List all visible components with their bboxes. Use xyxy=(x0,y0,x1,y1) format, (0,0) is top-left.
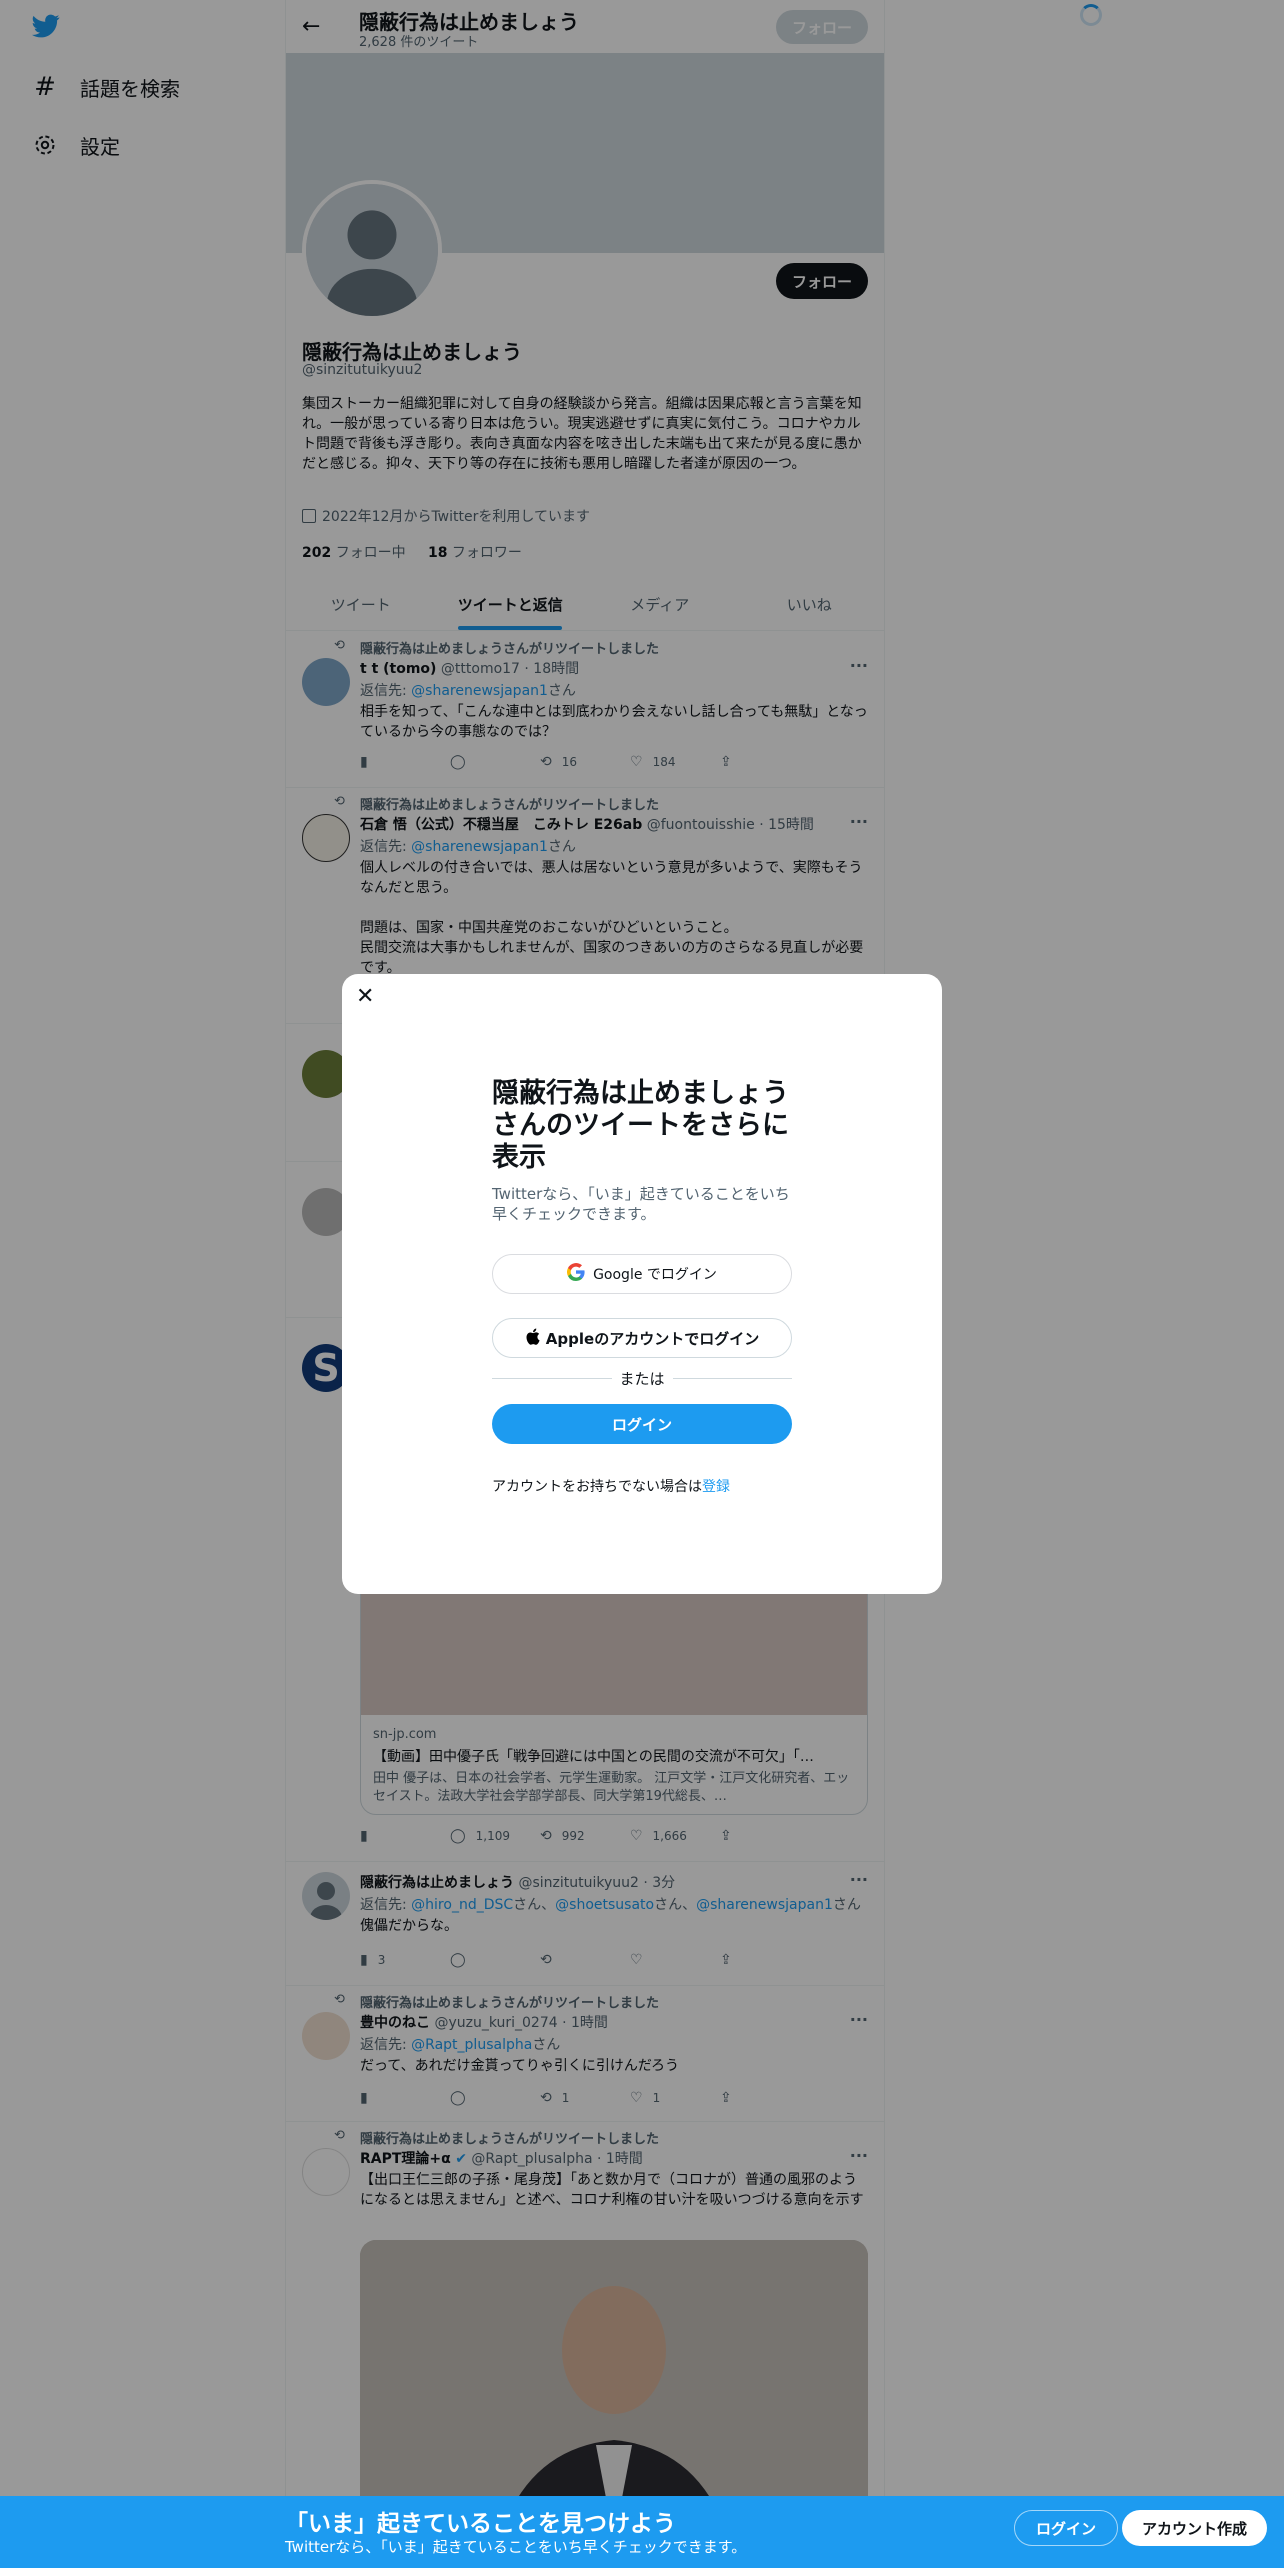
bottom-signup-bar: 「いま」起きていることを見つけよう Twitterなら、「いま」起きていることを… xyxy=(0,2496,1284,2568)
page: # 話題を検索 設定 ← 隠蔽行為は止めましょう 2,628 件のツイート フォ… xyxy=(0,0,1284,2568)
modal-login-button[interactable]: ログイン xyxy=(492,1404,792,1444)
apple-login-label: Appleのアカウントでログイン xyxy=(545,1329,760,1348)
apple-icon xyxy=(525,1328,540,1349)
apple-login-button[interactable]: Appleのアカウントでログイン xyxy=(492,1318,792,1358)
divider-line xyxy=(672,1378,793,1379)
bottom-signup-button[interactable]: アカウント作成 xyxy=(1122,2510,1267,2546)
or-divider: または xyxy=(492,1368,793,1389)
divider-line xyxy=(492,1378,612,1379)
google-login-button[interactable]: Google でログイン xyxy=(492,1254,792,1294)
signup-prompt: アカウントをお持ちでない場合は登録 xyxy=(492,1476,730,1496)
bottom-bar-title: 「いま」起きていることを見つけよう xyxy=(285,2511,676,2537)
google-icon xyxy=(567,1263,585,1285)
close-icon[interactable]: ✕ xyxy=(356,984,374,1009)
login-modal: ✕ 隠蔽行為は止めましょうさんのツイートをさらに表示 Twitterなら、「いま… xyxy=(342,974,942,1594)
signup-prefix: アカウントをお持ちでない場合は xyxy=(492,1479,702,1495)
google-login-label: Google でログイン xyxy=(593,1267,717,1283)
or-label: または xyxy=(619,1370,665,1388)
bottom-bar-subtitle: Twitterなら、「いま」起きていることをいち早くチェックできます。 xyxy=(285,2538,747,2556)
bottom-login-button[interactable]: ログイン xyxy=(1014,2510,1118,2546)
modal-subtitle: Twitterなら、「いま」起きていることをいち早くチェックできます。 xyxy=(492,1185,790,1223)
modal-title: 隠蔽行為は止めましょうさんのツイートをさらに表示 xyxy=(492,1078,789,1173)
signup-link[interactable]: 登録 xyxy=(702,1479,730,1495)
